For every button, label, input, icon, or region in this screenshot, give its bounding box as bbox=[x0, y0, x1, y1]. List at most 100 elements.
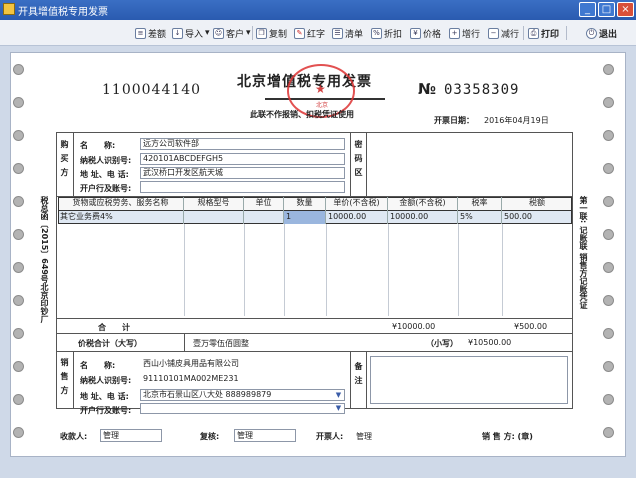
divider bbox=[350, 351, 351, 409]
sprocket-hole bbox=[603, 295, 614, 306]
date-label: 开票日期： bbox=[434, 116, 474, 125]
buyer-name-label: 名 称: bbox=[80, 141, 116, 150]
divider bbox=[184, 333, 185, 351]
divider bbox=[366, 132, 367, 196]
payee-field[interactable]: 管理 bbox=[100, 429, 162, 442]
sprocket-hole bbox=[603, 163, 614, 174]
customer-icon: ☺ bbox=[213, 27, 224, 39]
cell-spec[interactable] bbox=[184, 211, 244, 224]
print-icon: ⎙ bbox=[528, 27, 539, 39]
col-header-spec: 规格型号 bbox=[184, 197, 244, 211]
cell-amount[interactable]: 10000.00 bbox=[388, 211, 458, 224]
sprocket-hole bbox=[13, 130, 24, 141]
seller-seal-label: 销 售 方: (章) bbox=[482, 432, 533, 441]
reviewer-label: 复核: bbox=[200, 432, 220, 441]
difference-icon: ≡ bbox=[135, 27, 146, 39]
maximize-button[interactable]: □ bbox=[598, 2, 615, 17]
seal-star-icon: ★ bbox=[315, 82, 326, 96]
delete-row-button[interactable]: − 减行 bbox=[488, 25, 519, 41]
col-header-amount: 金额(不含税) bbox=[388, 197, 458, 211]
reviewer-field[interactable]: 管理 bbox=[234, 429, 296, 442]
buyer-address-label: 地 址、电 话: bbox=[80, 170, 129, 179]
cell-unit-price[interactable]: 10000.00 bbox=[326, 211, 388, 224]
cell-name[interactable]: 其它业务费4% bbox=[58, 211, 184, 224]
chevron-down-icon[interactable]: ▼ bbox=[333, 390, 344, 400]
seal-text: 北京 bbox=[315, 102, 328, 109]
seller-address-select[interactable]: 北京市石景山区八大处 888989879 bbox=[140, 389, 345, 401]
sprocket-hole bbox=[13, 163, 24, 174]
exit-icon: ⏻ bbox=[586, 27, 597, 39]
print-button[interactable]: ⎙ 打印 bbox=[528, 25, 559, 41]
price-button[interactable]: ¥ 价格 bbox=[410, 25, 441, 41]
payee-label: 收款人: bbox=[60, 432, 88, 441]
chevron-down-icon: ▾ bbox=[205, 28, 210, 38]
seller-name-field: 西山小铺皮具用品有限公司 bbox=[140, 358, 345, 370]
divider bbox=[73, 351, 74, 409]
sprocket-hole bbox=[13, 328, 24, 339]
discount-icon: % bbox=[371, 27, 382, 39]
toolbar-separator bbox=[252, 26, 253, 40]
cell-tax-rate[interactable]: 5% bbox=[458, 211, 502, 224]
col-header-name: 货物或应税劳务、服务名称 bbox=[58, 197, 184, 211]
toolbar-separator bbox=[566, 26, 567, 40]
sprocket-hole bbox=[603, 97, 614, 108]
seller-tax-id-label: 纳税人识别号: bbox=[80, 376, 132, 385]
divider bbox=[284, 224, 285, 316]
import-icon: ↓ bbox=[172, 27, 183, 39]
customer-button[interactable]: ☺ 客户 ▾ bbox=[213, 25, 251, 41]
import-button[interactable]: ↓ 导入 ▾ bbox=[172, 25, 210, 41]
total-amount: ¥10000.00 bbox=[392, 322, 436, 331]
small-label: （小写） bbox=[426, 339, 458, 348]
copy-icon: ❐ bbox=[256, 27, 267, 39]
minimize-button[interactable]: _ bbox=[579, 2, 596, 17]
cell-tax[interactable]: 500.00 bbox=[502, 211, 572, 224]
cell-unit[interactable] bbox=[244, 211, 284, 224]
sprocket-hole bbox=[603, 262, 614, 273]
seller-bank-label: 开户行及账号: bbox=[80, 406, 132, 415]
difference-button[interactable]: ≡ 差额 bbox=[135, 25, 166, 41]
seller-tax-id-field: 91110101MA002ME231 bbox=[140, 373, 345, 385]
divider bbox=[56, 351, 573, 352]
divider bbox=[244, 224, 245, 316]
add-row-button[interactable]: + 增行 bbox=[449, 25, 480, 41]
sprocket-hole bbox=[603, 394, 614, 405]
grand-total-words: 壹万零伍佰圆整 bbox=[193, 339, 249, 348]
buyer-address-field[interactable]: 武汉桥口开发区航天城 bbox=[140, 167, 345, 179]
divider bbox=[326, 224, 327, 316]
buyer-tax-id-field[interactable]: 420101ABCDEFGH5 bbox=[140, 153, 345, 165]
seller-address-label: 地 址、电 话: bbox=[80, 392, 129, 401]
buyer-name-field[interactable]: 远方公司软件部 bbox=[140, 138, 345, 150]
copy-button[interactable]: ❐ 复制 bbox=[256, 25, 287, 41]
list-icon: ☰ bbox=[332, 27, 343, 39]
divider bbox=[184, 224, 185, 316]
chevron-down-icon[interactable]: ▼ bbox=[333, 403, 344, 413]
buyer-bank-field[interactable] bbox=[140, 181, 345, 193]
remarks-field[interactable] bbox=[370, 356, 568, 404]
number-symbol: № bbox=[418, 80, 437, 98]
col-header-tax: 税额 bbox=[529, 198, 545, 207]
sprocket-hole bbox=[603, 64, 614, 75]
exit-button[interactable]: ⏻ 退出 bbox=[586, 25, 617, 41]
discount-button[interactable]: % 折扣 bbox=[371, 25, 402, 41]
divider bbox=[458, 224, 459, 316]
red-invoice-button[interactable]: ✎ 红字 bbox=[294, 25, 325, 41]
invoice-code: 1100044140 bbox=[102, 82, 202, 98]
price-icon: ¥ bbox=[410, 27, 421, 39]
add-row-icon: + bbox=[449, 27, 460, 39]
toolbar-separator bbox=[523, 26, 524, 40]
col-header-tax-rate: 税率 bbox=[458, 197, 502, 211]
list-button[interactable]: ☰ 清单 bbox=[332, 25, 363, 41]
sprocket-hole bbox=[603, 196, 614, 207]
sprocket-hole bbox=[13, 427, 24, 438]
app-icon bbox=[3, 3, 15, 15]
sprocket-hole bbox=[603, 361, 614, 372]
title-bar: 开具增值税专用发票 _ □ × bbox=[0, 0, 636, 20]
col-header-unit-price: 单价(不含税) bbox=[326, 197, 388, 211]
sprocket-hole bbox=[13, 196, 24, 207]
cell-qty[interactable]: 1 bbox=[284, 211, 326, 224]
sprocket-hole bbox=[13, 229, 24, 240]
seller-bank-select[interactable] bbox=[140, 403, 345, 414]
buyer-tax-id-label: 纳税人识别号: bbox=[80, 156, 132, 165]
close-button[interactable]: × bbox=[617, 2, 634, 17]
sprocket-hole bbox=[603, 328, 614, 339]
